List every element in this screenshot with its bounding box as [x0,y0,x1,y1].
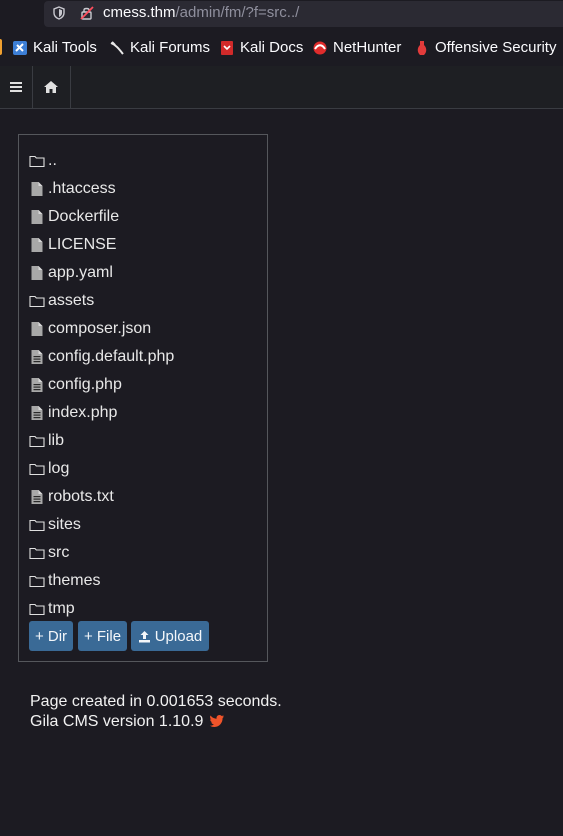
file-name: Dockerfile [48,208,120,225]
file-name: .htaccess [48,180,116,197]
folder-item[interactable]: assets [29,289,94,313]
bookmark-label: Kali Tools [33,39,97,56]
file-name: index.php [48,404,118,421]
folder-icon [29,575,45,588]
url-path: /admin/fm/?f=src../ [175,4,300,21]
file-name: lib [48,432,65,449]
file-item[interactable]: LICENSE [29,233,116,257]
menu-toggle-button[interactable] [0,66,33,108]
file-name: src [48,544,70,561]
file-name: themes [48,572,101,589]
nethunter-icon [313,41,327,54]
file-name: robots.txt [48,488,114,505]
file-icon [31,238,43,252]
url-host: cmess.thm [103,4,176,21]
file-name: sites [48,516,81,533]
file-text-icon [31,378,43,392]
folder-icon [29,435,45,448]
new-dir-button[interactable]: + Dir [29,621,73,651]
file-item[interactable]: composer.json [29,317,151,341]
cms-version-text: Gila CMS version 1.10.9 [30,713,204,730]
bookmark-label: Kali Forums [130,39,211,56]
upload-label: Upload [154,627,203,645]
folder-item[interactable]: tmp [29,597,75,621]
folder-item[interactable]: themes [29,569,100,593]
bookmark-kali-forums[interactable]: Kali Forums [109,39,210,56]
file-icon [31,322,43,336]
folder-item[interactable]: sites [29,513,81,537]
file-item[interactable]: index.php [29,401,117,425]
file-icon [31,182,43,196]
file-name: composer.json [48,320,152,337]
file-item[interactable]: .htaccess [29,177,116,201]
file-text-icon [31,490,43,504]
home-button[interactable] [32,66,71,108]
kali-forums-icon [110,40,124,55]
folder-item[interactable]: log [29,457,69,481]
browser-toolbar: cmess.thm/admin/fm/?f=src../ [0,0,563,30]
twitter-icon[interactable] [209,715,224,727]
new-file-button[interactable]: + File [78,621,127,651]
file-name: tmp [48,600,75,617]
file-name: .. [48,152,57,169]
bookmark-folder-icon [0,39,2,55]
folder-item[interactable]: .. [29,149,57,173]
file-text-icon [31,350,43,364]
admin-top-nav [0,66,563,109]
file-text-icon [31,406,43,420]
file-item[interactable]: Dockerfile [29,205,119,229]
new-dir-label: + Dir [34,627,68,645]
file-name: assets [48,292,95,309]
file-name: log [48,460,70,477]
file-item[interactable]: config.php [29,373,122,397]
home-icon [44,81,58,93]
file-manager-panel: .. .htaccess Dockerfile LICENSE app.yaml asse… [18,134,268,662]
kali-docs-icon [221,40,233,55]
folder-icon [29,547,45,560]
offensive-security-icon [417,40,427,55]
folder-icon [29,519,45,532]
file-name: config.default.php [48,348,175,365]
bookmark-nethunter[interactable]: NetHunter [312,39,401,56]
bookmarks-bar: Kali Tools Kali Forums Kali Docs NetHunt… [0,34,563,62]
folder-item[interactable]: lib [29,429,64,453]
file-item[interactable]: config.default.php [29,345,174,369]
page-footer: Page created in 0.001653 seconds. Gila C… [30,692,282,732]
upload-button[interactable]: Upload [131,621,209,651]
file-name: app.yaml [48,264,113,281]
file-name: LICENSE [48,236,117,253]
url-text[interactable]: cmess.thm/admin/fm/?f=src../ [103,4,299,21]
file-icon [31,210,43,224]
file-icon [31,266,43,280]
version-line: Gila CMS version 1.10.9 [30,712,282,732]
new-file-label: + File [83,627,122,645]
bookmark-offensive-security[interactable]: Offensive Security [414,39,556,56]
bookmark-partial[interactable] [0,39,2,55]
insecure-lock-icon[interactable] [80,6,94,20]
folder-icon [29,463,45,476]
bookmark-label: Kali Docs [240,39,304,56]
bookmark-kali-docs[interactable]: Kali Docs [219,39,303,56]
shield-icon[interactable] [53,6,65,20]
file-name: config.php [48,376,122,393]
bookmark-label: Offensive Security [435,39,557,56]
folder-icon [29,603,45,616]
upload-icon [138,630,150,642]
bookmark-label: NetHunter [333,39,402,56]
folder-icon [29,295,45,308]
folder-icon [29,155,45,168]
kali-tools-icon [13,40,27,55]
folder-item[interactable]: src [29,541,69,565]
hamburger-icon [10,80,22,94]
bookmark-kali-tools[interactable]: Kali Tools [12,39,97,56]
file-item[interactable]: robots.txt [29,485,114,509]
file-item[interactable]: app.yaml [29,261,113,285]
page-created-text: Page created in 0.001653 seconds. [30,693,282,710]
